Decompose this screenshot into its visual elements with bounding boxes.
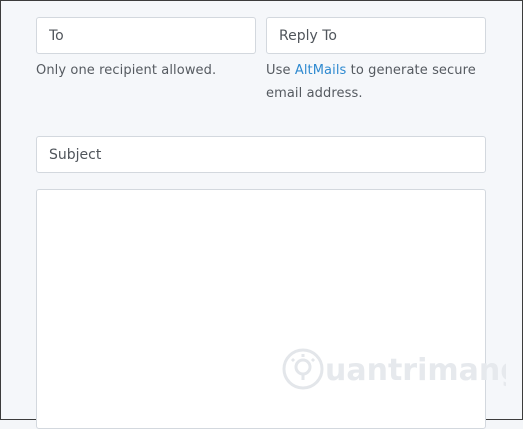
reply-to-input[interactable] <box>266 17 486 54</box>
altmails-link[interactable]: AltMails <box>295 63 347 78</box>
reply-to-help-text: Use AltMails to generate secure email ad… <box>266 59 496 105</box>
to-help-text: Only one recipient allowed. <box>36 59 258 82</box>
reply-help-prefix: Use <box>266 63 295 78</box>
message-body-textarea[interactable] <box>36 189 486 429</box>
to-help-label: Only one recipient allowed. <box>36 63 217 78</box>
subject-input[interactable] <box>36 136 486 173</box>
to-input[interactable] <box>36 17 256 54</box>
